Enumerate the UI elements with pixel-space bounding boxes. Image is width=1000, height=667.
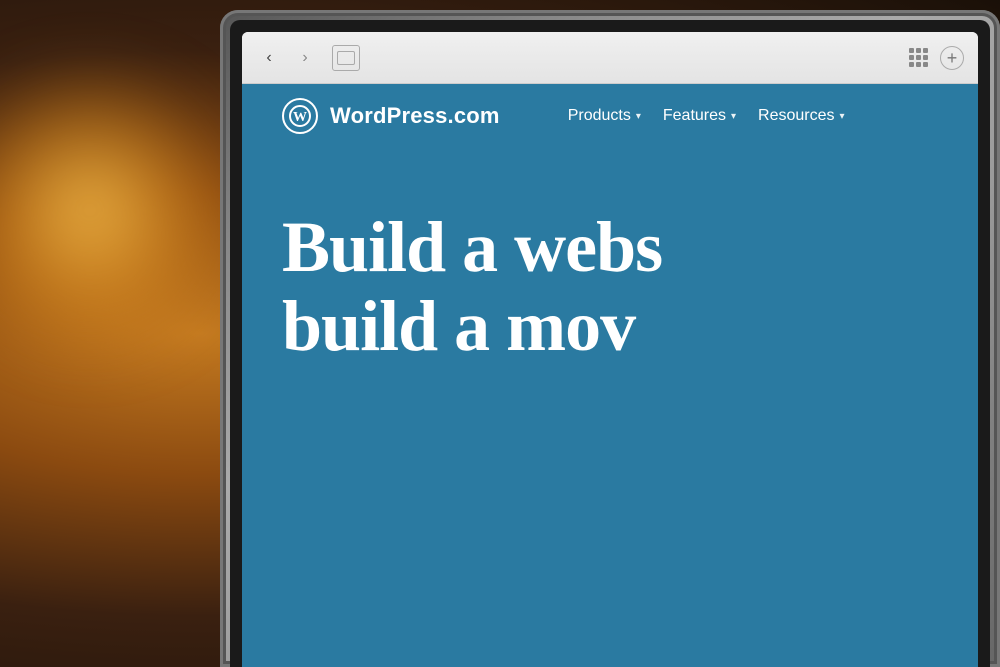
wordpress-website: W WordPress.com Products ▾ Features	[242, 84, 978, 667]
nav-features-label: Features	[663, 107, 726, 125]
wordpress-site-name: WordPress.com	[330, 103, 500, 129]
grid-dot	[909, 62, 914, 67]
browser-toolbar: ‹ ›	[242, 32, 978, 84]
forward-button[interactable]: ›	[292, 45, 318, 71]
nav-item-features[interactable]: Features ▾	[655, 101, 744, 131]
nav-products-label: Products	[568, 107, 631, 125]
wordpress-nav-links: Products ▾ Features ▾ Resources ▾	[560, 101, 853, 131]
svg-text:W: W	[293, 110, 307, 125]
new-tab-button[interactable]: +	[940, 46, 964, 70]
grid-dot	[916, 62, 921, 67]
grid-view-icon[interactable]	[909, 48, 928, 67]
hero-line-1: Build a webs	[282, 208, 938, 287]
toolbar-right: +	[909, 46, 964, 70]
grid-dot	[916, 48, 921, 53]
wordpress-logo-icon: W	[282, 98, 318, 134]
grid-dot	[923, 48, 928, 53]
grid-dot	[909, 48, 914, 53]
wordpress-navbar: W WordPress.com Products ▾ Features	[242, 84, 978, 148]
nav-item-products[interactable]: Products ▾	[560, 101, 649, 131]
back-button[interactable]: ‹	[256, 45, 282, 71]
nav-products-arrow: ▾	[636, 111, 641, 122]
hero-line-2: build a mov	[282, 287, 938, 366]
grid-dot	[916, 55, 921, 60]
grid-dot	[923, 62, 928, 67]
nav-resources-arrow: ▾	[840, 111, 845, 122]
wordpress-logo[interactable]: W WordPress.com	[282, 98, 500, 134]
nav-item-resources[interactable]: Resources ▾	[750, 101, 853, 131]
nav-features-arrow: ▾	[731, 111, 736, 122]
laptop-bezel: ‹ ›	[230, 20, 990, 667]
grid-dot	[923, 55, 928, 60]
hero-title: Build a webs build a mov	[282, 208, 938, 366]
tab-icon	[337, 51, 355, 65]
nav-resources-label: Resources	[758, 107, 834, 125]
wordpress-hero: Build a webs build a mov	[242, 148, 978, 406]
tab-overview-button[interactable]	[332, 45, 360, 71]
laptop-shell: ‹ ›	[220, 10, 1000, 667]
grid-dot	[909, 55, 914, 60]
laptop-screen: ‹ ›	[242, 32, 978, 667]
